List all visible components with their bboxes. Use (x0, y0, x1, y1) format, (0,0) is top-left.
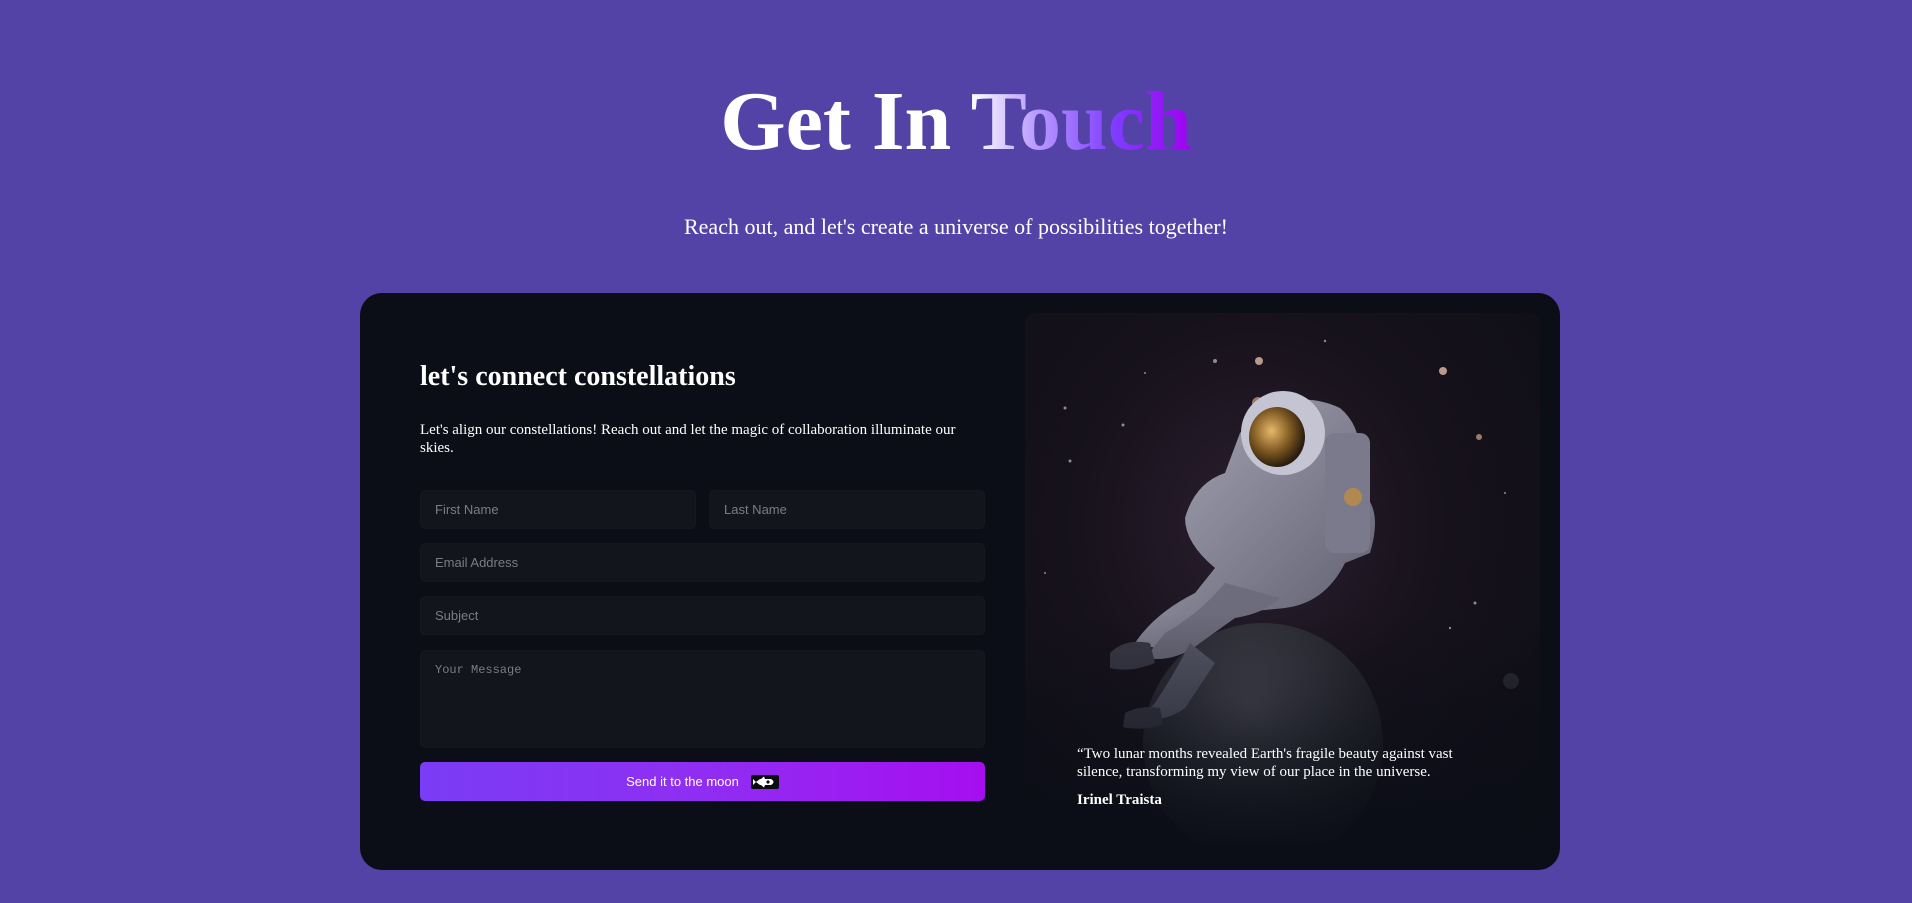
message-textarea[interactable] (420, 650, 985, 748)
astronaut-image: “Two lunar months revealed Earth's fragi… (1025, 313, 1540, 843)
form-intro: Let's align our constellations! Reach ou… (420, 422, 956, 456)
last-name-input[interactable] (709, 490, 985, 529)
form-heading: let's connect constellations (420, 361, 736, 392)
email-input[interactable] (420, 543, 985, 582)
page-subtitle: Reach out, and let's create a universe o… (683, 214, 1228, 239)
title-accent: Touch (970, 75, 1192, 168)
rocket-icon (750, 774, 779, 789)
testimonial-quote: “Two lunar months revealed Earth's fragi… (1077, 746, 1453, 780)
page-title: Get In Touch (0, 72, 1912, 172)
contact-card: let's connect constellations Let's align… (360, 293, 1560, 870)
title-plain: Get In (720, 75, 952, 168)
send-button[interactable]: Send it to the moon (420, 762, 985, 801)
first-name-input[interactable] (420, 490, 696, 529)
testimonial-author: Irinel Traista (1077, 792, 1162, 808)
subject-input[interactable] (420, 596, 985, 635)
send-button-label: Send it to the moon (626, 774, 739, 789)
